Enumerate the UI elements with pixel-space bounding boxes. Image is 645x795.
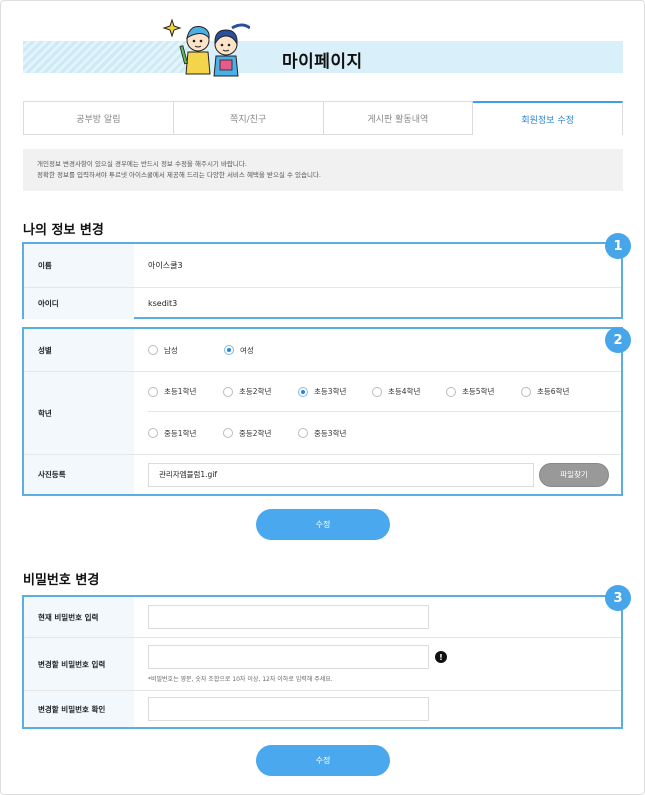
name-value: 아이스쿨3 (148, 261, 183, 270)
profile-edit-box: 성별 남성 여성 학년 초등1학년 초등2학년 초등3학년 초등4학년 초등5학… (22, 327, 623, 496)
id-label: 아이디 (24, 288, 134, 319)
name-label: 이름 (24, 244, 134, 287)
radio-grade-e3[interactable]: 초등3학년 (298, 386, 372, 397)
grade-row: 학년 초등1학년 초등2학년 초등3학년 초등4학년 초등5학년 초등6학년 중… (24, 372, 621, 455)
current-password-row: 현재 비밀번호 입력 (24, 597, 621, 638)
radio-grade-e4[interactable]: 초등4학년 (372, 386, 446, 397)
photo-file-input[interactable]: 관리자엠블럼1.gif (148, 462, 534, 487)
radio-grade-e2[interactable]: 초등2학년 (223, 386, 298, 397)
gender-label: 성별 (24, 329, 134, 371)
step-badge-1: 1 (605, 233, 631, 259)
grade-label: 학년 (24, 372, 134, 454)
tab-messages-friends[interactable]: 쪽지/친구 (173, 101, 324, 135)
password-submit-button[interactable]: 수정 (256, 745, 390, 776)
notice-box: 개인정보 변경사항이 있으실 경우에는 반드시 정보 수정을 해주시기 바랍니다… (23, 149, 623, 191)
tab-edit-member-info[interactable]: 회원정보 수정 (473, 101, 623, 135)
step-badge-3: 3 (605, 585, 631, 611)
exclamation-icon: ! (435, 651, 447, 663)
tab-board-activity[interactable]: 게시판 활동내역 (323, 101, 474, 135)
current-password-label: 현재 비밀번호 입력 (24, 597, 134, 637)
radio-grade-e1[interactable]: 초등1학년 (148, 386, 223, 397)
basic-info-box: 이름 아이스쿨3 아이디 ksedit3 (22, 242, 623, 319)
radio-grade-m3[interactable]: 중등3학년 (298, 428, 346, 439)
photo-row: 사진등록 관리자엠블럼1.gif 파일찾기 (24, 455, 621, 494)
page-title: 마이페이지 (282, 52, 363, 72)
photo-label: 사진등록 (24, 455, 134, 494)
password-hint: *비밀번호는 영문, 숫자 조합으로 10자 이상, 12자 이하로 입력해 주… (148, 676, 333, 683)
kids-illustration (162, 18, 250, 77)
id-row: 아이디 ksedit3 (24, 288, 621, 319)
new-password-label: 변경할 비밀번호 입력 (24, 638, 134, 690)
new-password-input[interactable] (148, 645, 429, 669)
notice-line-2: 정확한 정보를 입력하셔야 투르넷 아이스쿨에서 제공해 드리는 다양한 서비스… (37, 171, 322, 179)
grade-options-row-1: 초등1학년 초등2학년 초등3학년 초등4학년 초등5학년 초등6학년 (148, 372, 621, 412)
gender-row: 성별 남성 여성 (24, 329, 621, 372)
grade-options-row-2: 중등1학년 중등2학년 중등3학년 (148, 412, 346, 454)
info-section-title: 나의 정보 변경 (23, 223, 104, 238)
file-browse-button[interactable]: 파일찾기 (539, 462, 609, 487)
radio-male[interactable]: 남성 (148, 345, 224, 356)
current-password-input[interactable] (148, 605, 429, 629)
password-section-title: 비밀번호 변경 (23, 573, 100, 588)
tab-study-alerts[interactable]: 공부방 알림 (23, 101, 174, 135)
radio-grade-m2[interactable]: 중등2학년 (223, 428, 298, 439)
password-box: 현재 비밀번호 입력 변경할 비밀번호 입력 변경할 비밀번호 확인 (22, 595, 623, 729)
radio-grade-m1[interactable]: 중등1학년 (148, 428, 223, 439)
radio-circle (148, 345, 158, 355)
notice-line-1: 개인정보 변경사항이 있으실 경우에는 반드시 정보 수정을 해주시기 바랍니다… (37, 160, 247, 168)
info-submit-button[interactable]: 수정 (256, 509, 390, 540)
step-badge-2: 2 (605, 327, 631, 353)
new-password-row: 변경할 비밀번호 입력 (24, 638, 621, 691)
confirm-password-label: 변경할 비밀번호 확인 (24, 691, 134, 727)
radio-female[interactable]: 여성 (224, 345, 254, 356)
id-value: ksedit3 (148, 299, 178, 308)
radio-grade-e6[interactable]: 초등6학년 (521, 386, 569, 397)
tab-bar: 공부방 알림 쪽지/친구 게시판 활동내역 회원정보 수정 (23, 101, 623, 135)
confirm-password-row: 변경할 비밀번호 확인 (24, 691, 621, 727)
radio-grade-e5[interactable]: 초등5학년 (446, 386, 521, 397)
radio-circle-selected (224, 345, 234, 355)
confirm-password-input[interactable] (148, 697, 429, 721)
name-row: 이름 아이스쿨3 (24, 244, 621, 288)
